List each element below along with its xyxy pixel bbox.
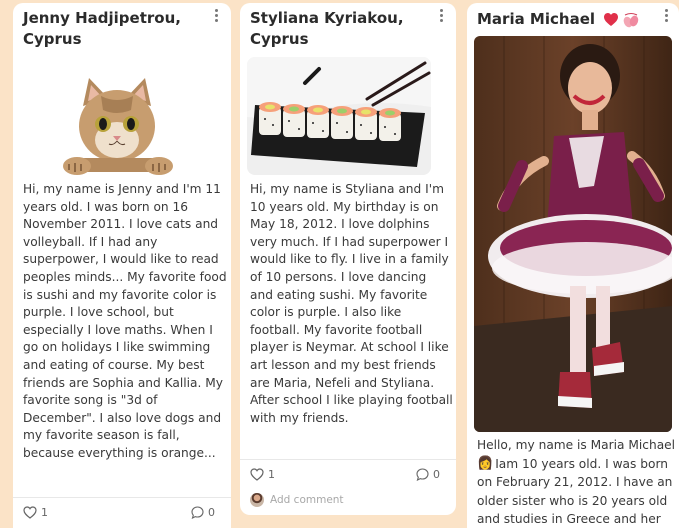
like-count: 1 [268,468,275,481]
more-options-icon[interactable] [215,9,219,22]
ballet-shoes-icon [623,13,639,28]
post-author: Maria Michael [477,10,596,28]
post-author: Jenny Hadjipetrou, Cyprus [23,9,181,48]
like-count: 1 [41,506,48,519]
post-title-row: Maria Michael [467,3,679,30]
avatar [250,493,264,507]
comment-button[interactable]: 0 [416,468,440,481]
like-button[interactable]: 1 [23,506,48,519]
post-text-line: Iam 10 years old. I was born [495,456,668,471]
more-options-icon[interactable] [440,9,444,22]
like-button[interactable]: 1 [250,468,275,481]
comment-button[interactable]: 0 [191,506,215,519]
comment-count: 0 [208,506,215,519]
more-options-icon[interactable] [665,9,669,22]
heart-outline-icon [250,468,264,481]
sushi-plate-icon [247,57,431,175]
post-footer: 1 0 Add comment [240,459,456,515]
post-card-jenny[interactable]: Jenny Hadjipetrou, Cyprus Hi, my name is… [13,3,231,528]
add-comment-input[interactable]: Add comment [270,494,344,506]
post-text-line: Hello, my name is Maria Michael [477,438,676,452]
post-text: Hello, my name is Maria Michael 👩 Iam 10… [477,436,679,528]
add-comment-row[interactable]: Add comment [250,493,344,507]
ballerina-photo-icon [474,36,672,432]
post-text-line: and studies in Greece and her [477,512,661,526]
post-footer: 1 0 [13,497,231,528]
post-author: Styliana Kyriakou, Cyprus [250,9,404,48]
comment-bubble-icon [191,506,204,519]
cat-peeking-icon [63,78,173,175]
heart-outline-icon [23,506,37,519]
post-text-line: on February 21, 2012. I have an [477,475,673,489]
comment-count: 0 [433,468,440,481]
post-card-maria[interactable]: Maria Michael Hello, my name is Maria Mi… [467,3,679,528]
post-text: Hi, my name is Jenny and I'm 11 years ol… [23,182,227,460]
post-text-line: older sister who is 20 years old [477,493,668,508]
comment-bubble-icon [416,468,429,481]
post-card-styliana[interactable]: Styliana Kyriakou, Cyprus Hi, my name is… [240,3,456,515]
woman-emoji-icon: 👩 [477,455,494,471]
post-text: Hi, my name is Styliana and I'm 10 years… [250,182,453,425]
heart-icon [604,13,619,26]
